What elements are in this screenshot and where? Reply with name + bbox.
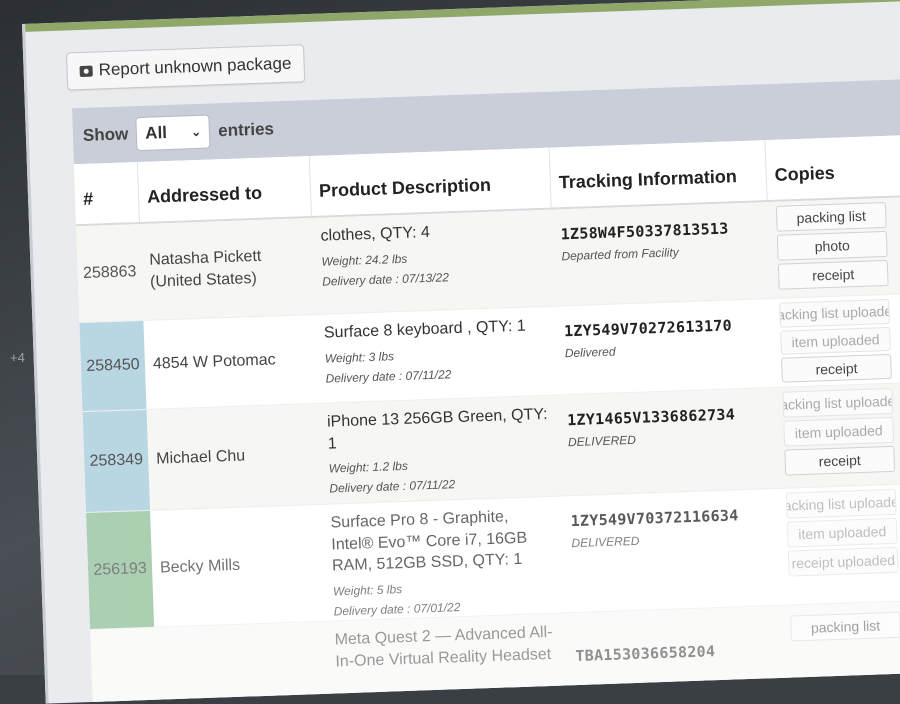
packing-list-uploaded-button[interactable]: packing list uploaded xyxy=(782,387,894,418)
package-id: 258349 xyxy=(82,409,151,513)
tracking-info: 1ZY1465V1336862734 DELIVERED xyxy=(558,388,777,495)
addressed-to: 4854 W Potomac xyxy=(152,351,276,373)
column-header-tracking-information[interactable]: Tracking Information xyxy=(549,140,768,208)
addressed-to: Becky Mills xyxy=(159,556,241,577)
item-uploaded-button[interactable]: item uploaded xyxy=(783,416,895,447)
packing-list-button[interactable]: packing list xyxy=(775,201,887,232)
tracking-number[interactable]: 1ZY549V70272613170 xyxy=(564,315,765,340)
product-title: Meta Quest 2 — Advanced All-In-One Virtu… xyxy=(334,623,553,671)
package-id: 256193 xyxy=(86,510,155,629)
packing-list-uploaded-button[interactable]: packing list uploaded xyxy=(779,298,890,328)
tracking-number[interactable]: 1ZY1465V1336862734 xyxy=(567,404,768,429)
product-description: iPhone 13 256GB Green, QTY: 1 Weight: 1.… xyxy=(318,396,561,504)
product-title: iPhone 13 256GB Green, QTY: 1 xyxy=(326,405,548,453)
copies-actions: packing list uploaded item uploaded rece… xyxy=(771,293,900,387)
item-uploaded-button[interactable]: item uploaded xyxy=(780,326,891,356)
product-description: Surface 8 keyboard , QTY: 1 Weight: 3 lb… xyxy=(315,307,558,403)
product-title: Surface Pro 8 - Graphite, Intel® Evo™ Co… xyxy=(330,508,528,575)
column-header-product-description[interactable]: Product Description xyxy=(309,147,552,217)
tracking-info: TBA153036658204 xyxy=(566,606,785,693)
delivery-date: Delivery date : 07/13/22 xyxy=(321,270,450,289)
packing-list-button[interactable]: packing list xyxy=(790,611,900,642)
packages-panel: Show All ⌄ entries # Addressed to Produc… xyxy=(71,77,900,704)
copies-actions: packing list xyxy=(782,600,900,686)
tracking-info: 1Z58W4F50337813513 Departed from Facilit… xyxy=(552,202,771,305)
report-unknown-package-button[interactable]: Report unknown package xyxy=(66,44,305,91)
copies-actions: packing list uploaded item uploaded rece… xyxy=(774,382,900,488)
product-description: Surface Pro 8 - Graphite, Intel® Evo™ Co… xyxy=(322,496,566,620)
product-title: Surface 8 keyboard , QTY: 1 xyxy=(323,317,527,342)
receipt-button[interactable]: receipt xyxy=(784,445,896,476)
column-header-copies[interactable]: Copies xyxy=(766,134,900,200)
copies-actions: packing list photo receipt xyxy=(768,196,900,298)
delivery-date: Delivery date : 07/11/22 xyxy=(329,477,456,496)
package-id: 258863 xyxy=(82,263,137,283)
addressed-to: Natasha Pickett (United States) xyxy=(149,247,262,291)
chevron-down-icon: ⌄ xyxy=(190,124,202,140)
report-button-label: Report unknown package xyxy=(98,53,292,80)
entries-select-value: All xyxy=(144,123,168,143)
product-description: Meta Quest 2 — Advanced All-In-One Virtu… xyxy=(326,613,569,701)
column-header-number[interactable]: # xyxy=(73,162,140,225)
packing-list-uploaded-button[interactable]: packing list uploaded xyxy=(785,488,897,519)
package-id: 258450 xyxy=(79,320,147,412)
entries-label: entries xyxy=(217,119,275,141)
tracking-status: DELIVERED xyxy=(571,533,640,551)
product-title: clothes, QTY: 4 xyxy=(320,223,431,245)
camera-icon xyxy=(79,65,93,77)
tracking-status: Delivered xyxy=(564,344,616,361)
tracking-status: Departed from Facility xyxy=(561,245,679,264)
photo-button[interactable]: photo xyxy=(776,230,888,261)
package-id xyxy=(90,628,157,704)
addressed-to: Michael Chu xyxy=(155,447,246,468)
receipt-button[interactable]: receipt xyxy=(781,354,892,383)
column-header-addressed-to[interactable]: Addressed to xyxy=(137,156,312,223)
show-label: Show xyxy=(82,124,129,145)
tracking-number[interactable]: 1Z58W4F50337813513 xyxy=(560,218,761,243)
tracking-number[interactable]: 1ZY549V70372116634 xyxy=(570,505,771,530)
receipt-button[interactable]: receipt xyxy=(777,259,889,290)
delivery-date: Delivery date : 07/11/22 xyxy=(325,367,452,386)
browser-viewport: Report unknown package Show All ⌄ entrie… xyxy=(22,0,900,704)
item-uploaded-button[interactable]: item uploaded xyxy=(786,517,898,548)
receipt-uploaded-button[interactable]: receipt uploaded xyxy=(787,546,899,577)
addressed-to xyxy=(154,622,329,704)
copies-actions: packing list uploaded item uploaded rece… xyxy=(778,483,900,605)
tracking-info: 1ZY549V70272613170 Delivered xyxy=(555,299,774,394)
entries-select[interactable]: All ⌄ xyxy=(135,114,211,152)
tracking-info: 1ZY549V70372116634 DELIVERED xyxy=(562,489,782,612)
product-description: clothes, QTY: 4 Weight: 24.2 lbs Deliver… xyxy=(312,210,555,314)
tracking-status: DELIVERED xyxy=(567,432,637,450)
tracking-number[interactable]: TBA153036658204 xyxy=(575,640,776,665)
side-label: +4 xyxy=(10,350,25,365)
packages-table-body: 258863 Natasha Pickett (United States) c… xyxy=(76,196,900,704)
